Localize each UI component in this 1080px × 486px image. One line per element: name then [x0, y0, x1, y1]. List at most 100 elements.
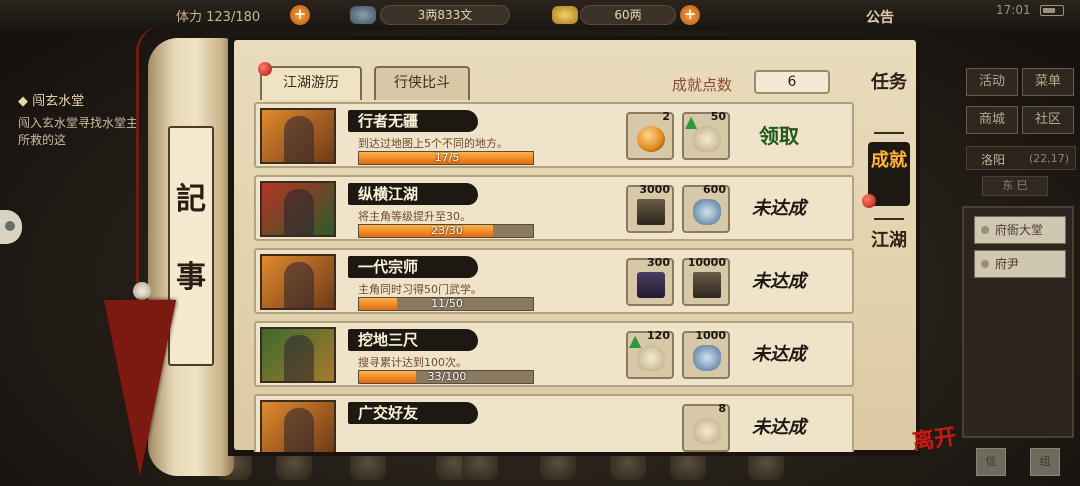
scroll-char-ji: 記 — [176, 182, 206, 217]
hero-portrait — [260, 400, 336, 452]
community-button[interactable]: 社区 — [1022, 106, 1074, 134]
reward-slot[interactable]: 1000 — [682, 329, 730, 379]
progress-text: 11/50 — [431, 297, 463, 310]
reward-slot[interactable]: 600 — [682, 183, 730, 233]
claim-button[interactable]: 领取 — [734, 122, 824, 152]
progress-text: 17/5 — [434, 151, 460, 164]
quest-tracker[interactable]: ◆ 闯玄水堂 闯入玄水堂寻找水堂主所救的这 — [18, 90, 148, 151]
progress-bar: 17/5 — [358, 151, 534, 165]
progress-bar: 23/30 — [358, 224, 534, 238]
reward-slot[interactable]: 2 — [626, 110, 674, 160]
achievement-row: 一代宗师主角同时习得50门武学。 11/50 300 10000 未达成 — [254, 248, 854, 314]
location-name: 洛阳 — [981, 153, 1006, 167]
notification-dot — [862, 194, 876, 208]
silver-amount: 60两 — [580, 5, 676, 25]
achievement-list[interactable]: 行者无疆到达过地图上5个不同的地方。17/5 2 50 领取纵横江湖将主角等级提升至3… — [254, 102, 854, 452]
achievement-points-label: 成就点数 — [672, 76, 733, 94]
npc-item-hall[interactable]: 府衙大堂 — [974, 216, 1066, 244]
hero-portrait — [260, 254, 336, 310]
status-label: 未达成 — [752, 271, 806, 292]
tab-quest-label: 任务 — [871, 72, 907, 93]
book-experience-icon — [637, 199, 665, 225]
tab-jianghu-label: 江湖 — [871, 230, 907, 251]
reward-slot[interactable]: 120 — [626, 329, 674, 379]
tab-quest[interactable]: 任务 — [868, 72, 910, 94]
journal-paper: 江湖游历 行侠比斗 成就点数 6 行者无疆 到达过地图上5个不同的地方。 17/5 2… — [234, 40, 916, 452]
hero-portrait — [260, 108, 336, 164]
game-screen: 体力 123/180 + 3两833文 60两 + 公告 17:01 ◆ 闯玄水… — [0, 0, 1080, 486]
achievement-title: 一代宗师 — [358, 258, 419, 276]
divider — [874, 132, 904, 134]
progress-bar: 11/50 — [358, 297, 534, 311]
status-label: 未达成 — [752, 198, 806, 219]
reward-slot[interactable]: 300 — [626, 256, 674, 306]
tab-xingxia-duel[interactable]: 行侠比斗 — [374, 66, 470, 100]
divider — [874, 218, 904, 220]
npc-item-governor[interactable]: 府尹 — [974, 250, 1066, 278]
location-bar: 洛阳 (22,17) — [966, 146, 1076, 170]
mail-button[interactable]: 信 — [976, 448, 1006, 476]
menu-button[interactable]: 菜单 — [1022, 68, 1074, 96]
reward-quantity: 10000 — [687, 256, 726, 269]
reward-quantity: 3000 — [639, 183, 670, 196]
achievement-description: 搜寻累计达到100次。 — [358, 356, 467, 369]
journal-panel: 江湖游历 行侠比斗 成就点数 6 行者无疆 到达过地图上5个不同的地方。 17/5 2… — [228, 36, 920, 456]
reward-quantity: 600 — [703, 183, 726, 196]
achievement-title: 广交好友 — [358, 404, 419, 422]
achievement-title: 纵横江湖 — [358, 185, 419, 203]
top-status-bar: 体力 123/180 + 3两833文 60两 + 公告 17:01 — [0, 0, 1080, 30]
team-button[interactable]: 组 — [1030, 448, 1060, 476]
notification-dot — [258, 62, 272, 76]
category-tabs: 任务 成就 江湖 — [862, 62, 916, 392]
shop-button[interactable]: 商城 — [966, 106, 1018, 134]
achievement-title: 行者无疆 — [358, 112, 419, 130]
reward-slot[interactable]: 8 — [682, 402, 730, 452]
copper-amount: 3两833文 — [380, 5, 510, 25]
reward-quantity: 300 — [647, 256, 670, 269]
reward-quantity: 50 — [710, 110, 726, 123]
announce-button[interactable]: 公告 — [866, 7, 894, 27]
hero-portrait — [260, 327, 336, 383]
scroll-icon — [637, 272, 665, 298]
reward-slot[interactable]: 50 — [682, 110, 730, 160]
add-stamina-button[interactable]: + — [290, 5, 310, 25]
achievement-row: 行者无疆到达过地图上5个不同的地方。17/5 2 50 领取 — [254, 102, 854, 168]
side-drawer-handle[interactable] — [0, 210, 22, 244]
reward-quantity: 120 — [647, 329, 670, 342]
location-coord: (22,17) — [1029, 152, 1070, 165]
leave-button[interactable]: 离开 — [911, 423, 965, 477]
reward-slot[interactable]: 3000 — [626, 183, 674, 233]
progress-text: 33/100 — [427, 370, 467, 383]
silver-ingot-icon — [693, 199, 721, 225]
tab-jianghu[interactable]: 江湖 — [868, 230, 910, 252]
tassel-icon — [104, 300, 176, 476]
achievement-description: 主角同时习得50门武学。 — [358, 283, 482, 296]
dumpling-exp-icon — [629, 331, 665, 371]
reward-slot[interactable]: 10000 — [682, 256, 730, 306]
hero-portrait — [260, 181, 336, 237]
silver-ingot-icon — [552, 6, 578, 24]
copper-coin-icon — [350, 6, 376, 24]
reward-quantity: 1000 — [695, 329, 726, 342]
add-silver-button[interactable]: + — [680, 5, 700, 25]
achievement-row: 挖地三尺搜寻累计达到100次。33/100 120 1000 未达成 — [254, 321, 854, 387]
achievement-row: 广交好友 8 未达成 — [254, 394, 854, 452]
scroll-char-shi: 事 — [176, 260, 206, 295]
npc-list: 府衙大堂 府尹 — [962, 206, 1074, 438]
orb-icon — [637, 126, 665, 152]
reward-icon — [693, 418, 721, 444]
tassel-bead — [133, 282, 151, 300]
tab-achievement-label: 成就 — [871, 150, 907, 171]
achievement-row: 纵横江湖 将主角等级提升至30。 23/30 3000 600 未达成 — [254, 175, 854, 241]
time-indicator: 东 巳 — [982, 176, 1048, 196]
dumpling-exp-icon — [685, 112, 721, 152]
activity-button[interactable]: 活动 — [966, 68, 1018, 96]
reward-quantity: 8 — [718, 402, 726, 415]
tab-jianghu-travel[interactable]: 江湖游历 — [260, 66, 362, 100]
progress-text: 23/30 — [431, 224, 463, 237]
silver-ingot-icon — [693, 345, 721, 371]
status-label: 未达成 — [752, 344, 806, 365]
achievement-description: 到达过地图上5个不同的地方。 — [358, 137, 508, 150]
progress-bar: 33/100 — [358, 370, 534, 384]
reward-quantity: 2 — [662, 110, 670, 123]
